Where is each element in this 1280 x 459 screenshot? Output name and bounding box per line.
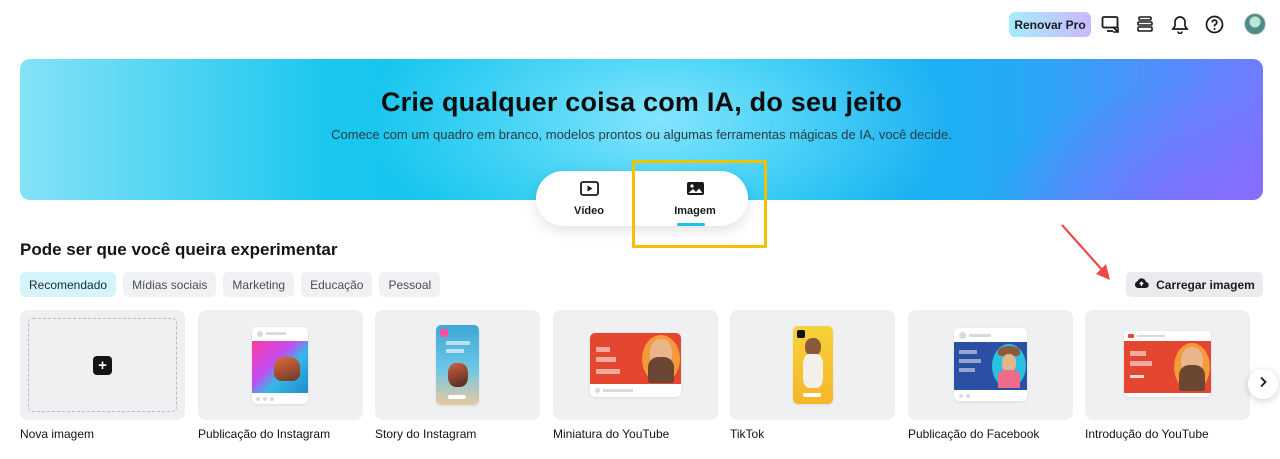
filter-social-media[interactable]: Mídias sociais	[123, 272, 217, 297]
card-label: TikTok	[730, 427, 765, 441]
card-youtube-thumbnail[interactable]	[553, 310, 718, 420]
upload-image-label: Carregar imagem	[1156, 277, 1255, 292]
help-icon[interactable]	[1204, 14, 1224, 34]
cloud-upload-icon	[1134, 277, 1149, 292]
chevron-right-icon	[1258, 375, 1268, 393]
plus-icon: +	[93, 356, 112, 375]
card-label: Miniatura do YouTube	[553, 427, 670, 441]
card-label: Publicação do Facebook	[908, 427, 1040, 441]
tab-video[interactable]: Vídeo	[536, 171, 642, 226]
card-tiktok[interactable]	[730, 310, 895, 420]
filter-recommended[interactable]: Recomendado	[20, 272, 117, 297]
filter-chips: Recomendado Mídias sociais Marketing Edu…	[20, 272, 441, 297]
filter-personal[interactable]: Pessoal	[379, 272, 441, 297]
facebook-post-thumbnail	[954, 328, 1027, 401]
cast-icon[interactable]	[1100, 14, 1120, 34]
upload-image-button[interactable]: Carregar imagem	[1126, 272, 1263, 297]
carousel-next-button[interactable]	[1248, 369, 1278, 399]
avatar[interactable]	[1244, 13, 1266, 35]
card-label: Publicação do Instagram	[198, 427, 331, 441]
renew-pro-button[interactable]: Renovar Pro	[1009, 12, 1091, 37]
mode-toggle: Vídeo Imagem	[536, 171, 748, 226]
top-bar: Renovar Pro	[0, 0, 1280, 50]
youtube-thumbnail-preview	[590, 333, 681, 397]
card-instagram-story[interactable]	[375, 310, 540, 420]
card-new-image[interactable]: +	[20, 310, 185, 420]
card-instagram-post[interactable]	[198, 310, 363, 420]
tiktok-thumbnail	[793, 326, 833, 404]
youtube-intro-thumbnail	[1124, 331, 1211, 397]
instagram-post-thumbnail	[252, 327, 308, 404]
tab-video-label: Vídeo	[574, 204, 604, 217]
tab-image[interactable]: Imagem	[642, 171, 748, 226]
hero-title: Crie qualquer coisa com IA, do seu jeito	[380, 87, 903, 117]
card-facebook-post[interactable]	[908, 310, 1073, 420]
play-icon	[579, 180, 599, 201]
section-title: Pode ser que você queira experimentar	[20, 240, 338, 259]
filter-marketing[interactable]: Marketing	[223, 272, 295, 297]
card-label: Story do Instagram	[375, 427, 477, 441]
active-tab-indicator	[677, 223, 705, 226]
card-label: Nova imagem	[20, 427, 95, 441]
bell-icon[interactable]	[1170, 14, 1190, 34]
tab-image-label: Imagem	[674, 204, 716, 217]
card-youtube-intro[interactable]	[1085, 310, 1250, 420]
annotation-arrow	[1061, 224, 1110, 280]
filter-education[interactable]: Educação	[301, 272, 373, 297]
instagram-story-thumbnail	[436, 325, 479, 405]
image-icon	[686, 181, 705, 201]
stack-icon[interactable]	[1135, 14, 1155, 34]
card-label: Introdução do YouTube	[1085, 427, 1209, 441]
hero-subtitle: Comece com um quadro em branco, modelos …	[331, 127, 952, 142]
